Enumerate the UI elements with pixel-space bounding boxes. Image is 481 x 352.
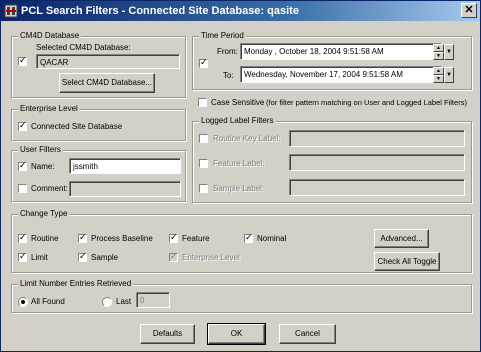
limit-entries-legend: Limit Number Entries Retrieved xyxy=(18,279,134,289)
spin-down-icon[interactable]: ▼ xyxy=(433,52,444,60)
limit-checkbox[interactable] xyxy=(18,252,27,262)
last-count-input[interactable]: 0 xyxy=(136,292,170,308)
logged-label-filters-group: Logged Label Filters Routine Key Label: … xyxy=(192,116,472,203)
process-baseline-checkbox[interactable] xyxy=(78,233,87,243)
feature-label-input[interactable] xyxy=(289,154,465,171)
sample-label-checkbox[interactable] xyxy=(199,184,208,193)
enterprise-level-legend: Enterprise Level xyxy=(18,104,80,114)
feature-label-label: Feature Label: xyxy=(213,159,265,168)
enterprise-level-label: Enterprise Level xyxy=(182,253,240,262)
spin-up-icon[interactable]: ▲ xyxy=(433,67,444,75)
routine-checkbox[interactable] xyxy=(18,233,27,243)
sample-label-input[interactable] xyxy=(289,179,465,196)
window-title: PCL Search Filters - Connected Site Data… xyxy=(21,5,299,17)
process-baseline-label: Process Baseline xyxy=(91,234,153,243)
time-period-checkbox[interactable] xyxy=(199,58,208,68)
change-type-group: Change Type Routine Process Baseline Fea… xyxy=(11,209,472,273)
sample-label-label: Sample Label: xyxy=(213,184,265,193)
from-date-input[interactable]: Monday , October 18, 2004 9:51:58 AM xyxy=(240,43,442,60)
all-found-radio[interactable] xyxy=(18,297,28,307)
case-sensitive-note: (for filter pattern matching on User and… xyxy=(266,98,467,107)
sample-label: Sample xyxy=(91,253,119,262)
app-icon xyxy=(4,4,18,18)
routine-key-label-input[interactable] xyxy=(289,130,465,147)
cancel-button[interactable]: Cancel xyxy=(279,324,336,344)
enterprise-level-group: Enterprise Level Connected Site Database xyxy=(11,104,186,141)
routine-label: Routine xyxy=(31,234,59,243)
sample-checkbox[interactable] xyxy=(78,252,87,262)
cm4d-database-legend: CM4D Database xyxy=(18,31,82,41)
last-label: Last xyxy=(116,297,132,306)
spin-up-icon[interactable]: ▲ xyxy=(433,44,444,52)
select-cm4d-database-button[interactable]: Select CM4D Database... xyxy=(59,73,155,93)
limit-entries-group: Limit Number Entries Retrieved All Found… xyxy=(11,279,472,313)
from-dropdown-button[interactable]: ▼ xyxy=(444,44,454,60)
cm4d-database-group: CM4D Database Selected CM4D Database: QA… xyxy=(11,31,186,98)
nominal-checkbox[interactable] xyxy=(244,233,253,243)
to-spin-control[interactable]: ▲ ▼ xyxy=(433,67,444,83)
cm4d-database-checkbox[interactable] xyxy=(18,56,27,66)
feature-label: Feature xyxy=(182,234,210,243)
nominal-label: Nominal xyxy=(257,234,287,243)
check-all-toggle-button[interactable]: Check All Toggle xyxy=(374,252,440,271)
from-label: From: xyxy=(217,47,238,56)
selected-database-label: Selected CM4D Database: xyxy=(36,43,131,52)
close-button[interactable]: ✕ xyxy=(461,3,477,18)
time-period-legend: Time Period xyxy=(199,31,246,41)
comment-label: Comment: xyxy=(31,184,68,193)
case-sensitive-label: Case Sensitive xyxy=(211,98,265,107)
connected-site-database-label: Connected Site Database xyxy=(31,122,123,131)
selected-database-field: QACAR xyxy=(36,54,180,69)
spin-down-icon[interactable]: ▼ xyxy=(433,75,444,83)
connected-site-database-checkbox[interactable] xyxy=(18,121,27,131)
comment-checkbox[interactable] xyxy=(18,184,27,193)
user-filters-legend: User Filters xyxy=(18,145,63,155)
from-spin-control[interactable]: ▲ ▼ xyxy=(433,44,444,60)
limit-label: Limit xyxy=(31,253,48,262)
all-found-label: All Found xyxy=(31,297,65,306)
title-bar: PCL Search Filters - Connected Site Data… xyxy=(1,1,480,21)
feature-label-checkbox[interactable] xyxy=(199,159,208,168)
last-radio[interactable] xyxy=(102,297,112,307)
change-type-legend: Change Type xyxy=(18,209,70,219)
comment-input[interactable] xyxy=(69,181,181,197)
name-input[interactable]: jssmith xyxy=(69,158,181,174)
feature-checkbox[interactable] xyxy=(169,233,178,243)
chevron-down-icon: ▼ xyxy=(446,49,452,55)
to-dropdown-button[interactable]: ▼ xyxy=(444,67,454,83)
routine-key-label-label: Routine Key Label: xyxy=(213,134,281,143)
close-icon: ✕ xyxy=(464,4,474,16)
advanced-button[interactable]: Advanced... xyxy=(374,229,429,248)
defaults-button[interactable]: Defaults xyxy=(140,324,195,344)
user-filters-group: User Filters Name: jssmith Comment: xyxy=(11,145,186,202)
name-label: Name: xyxy=(31,162,55,171)
ok-button[interactable]: OK xyxy=(207,323,266,345)
pcl-search-filters-dialog: PCL Search Filters - Connected Site Data… xyxy=(0,0,481,352)
to-date-input[interactable]: Wednesday, November 17, 2004 9:51:58 AM xyxy=(240,66,442,83)
enterprise-level-checkbox[interactable] xyxy=(169,252,178,262)
logged-label-filters-legend: Logged Label Filters xyxy=(199,116,276,126)
to-label: To: xyxy=(223,71,234,80)
routine-key-label-checkbox[interactable] xyxy=(199,134,208,143)
name-checkbox[interactable] xyxy=(18,161,27,171)
time-period-group: Time Period From: Monday , October 18, 2… xyxy=(192,31,472,90)
chevron-down-icon: ▼ xyxy=(446,72,452,78)
case-sensitive-checkbox[interactable] xyxy=(198,98,207,107)
